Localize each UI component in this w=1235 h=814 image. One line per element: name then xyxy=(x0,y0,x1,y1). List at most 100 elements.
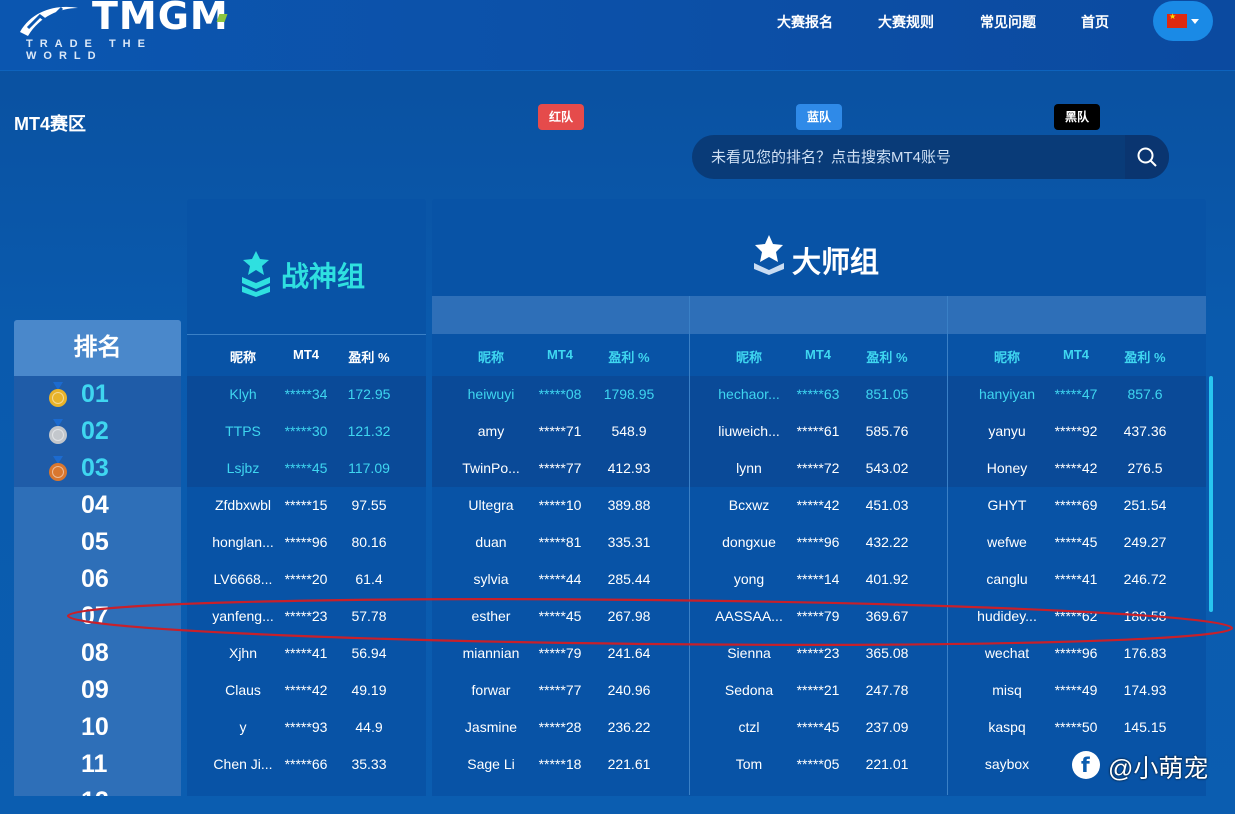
mt4-cell: *****41 xyxy=(284,645,328,661)
weibo-icon xyxy=(1072,751,1100,779)
mt4-cell: *****42 xyxy=(796,497,840,513)
profit-cell: 401.92 xyxy=(865,571,909,587)
rank-number: 07 xyxy=(81,602,109,630)
nickname-cell: Jasmine xyxy=(464,719,518,735)
nickname-cell: Sienna xyxy=(727,645,771,661)
zhanshen-title: 战神组 xyxy=(281,261,366,292)
profit-cell: 174.93 xyxy=(1123,682,1167,698)
nickname-cell: Ultegra xyxy=(468,497,514,513)
team-bar xyxy=(432,296,1206,334)
profit-cell: 585.76 xyxy=(865,423,909,439)
profit-cell: 176.83 xyxy=(1123,645,1167,661)
rank-row: 03 xyxy=(14,450,181,487)
nickname-cell: Sage Li xyxy=(467,756,515,772)
nickname-cell: y xyxy=(239,719,247,735)
logo-text: TMGM xyxy=(92,0,229,38)
profit-cell: 246.72 xyxy=(1123,571,1167,587)
column-header: 盈利 % xyxy=(866,350,908,365)
mt4-cell: *****08 xyxy=(538,386,582,402)
profit-cell: 851.05 xyxy=(865,386,909,402)
nickname-cell: lynn xyxy=(736,460,762,476)
rank-number: 12 xyxy=(81,783,141,796)
rank-number: 06 xyxy=(81,565,109,593)
mt4-cell: *****34 xyxy=(284,386,328,402)
nickname-cell: yanfeng... xyxy=(212,608,274,624)
mt4-cell: *****14 xyxy=(796,571,840,587)
nickname-cell: heiwuyi xyxy=(467,386,515,402)
scrollbar[interactable] xyxy=(1209,376,1213,612)
rank-row: 10 xyxy=(14,709,181,746)
rank-number: 05 xyxy=(81,528,109,556)
top-header: TMGM TRADE THE WORLD 大赛报名 大赛规则 常见问题 首页 xyxy=(0,0,1235,71)
mt4-cell: *****92 xyxy=(1054,423,1098,439)
language-selector[interactable] xyxy=(1153,1,1213,41)
rank-row: 11 xyxy=(14,746,181,783)
rank-number: 11 xyxy=(81,750,108,778)
profit-cell: 249.27 xyxy=(1123,534,1167,550)
rank-row: 12 xyxy=(14,783,181,796)
nav-home[interactable]: 首页 xyxy=(1081,12,1109,32)
team-badge-black[interactable]: 黑队 xyxy=(1054,104,1100,130)
nav-rules[interactable]: 大赛规则 xyxy=(878,12,934,32)
nickname-cell: Bcxwz xyxy=(728,497,770,513)
mt4-cell: *****93 xyxy=(284,719,328,735)
profit-cell: 237.09 xyxy=(865,719,909,735)
rank-number: 04 xyxy=(81,491,109,519)
team-badge-blue[interactable]: 蓝队 xyxy=(796,104,842,130)
nickname-cell: hanyiyan xyxy=(978,386,1036,402)
profit-cell: 432.22 xyxy=(865,534,909,550)
mt4-cell: *****45 xyxy=(796,719,840,735)
mt4-cell: *****50 xyxy=(1054,719,1098,735)
mt4-cell: *****45 xyxy=(1054,534,1098,550)
nav-registration[interactable]: 大赛报名 xyxy=(777,12,833,32)
mt4-cell: *****44 xyxy=(538,571,582,587)
search-button[interactable] xyxy=(1125,135,1169,179)
nickname-cell: Sedona xyxy=(724,682,774,698)
profit-cell: 221.01 xyxy=(865,756,909,772)
profit-cell: 365.08 xyxy=(865,645,909,661)
mt4-cell: *****62 xyxy=(1054,608,1098,624)
rank-row: 05 xyxy=(14,524,181,561)
rank-chevron-icon xyxy=(242,251,270,297)
profit-cell: 241.64 xyxy=(607,645,651,661)
nickname-cell: Claus xyxy=(225,682,261,698)
mt4-cell: *****45 xyxy=(538,608,582,624)
nickname-cell: kaspq xyxy=(988,719,1026,735)
mt4-cell: *****69 xyxy=(1054,497,1098,513)
column-header: MT4 xyxy=(805,347,831,362)
search-input[interactable] xyxy=(692,135,1141,179)
nickname-cell: liuweich... xyxy=(718,423,780,439)
profit-cell: 412.93 xyxy=(607,460,651,476)
nickname-cell: wechat xyxy=(984,645,1030,661)
nickname-cell: esther xyxy=(471,608,511,624)
rank-number: 08 xyxy=(81,639,109,667)
nickname-cell: ctzl xyxy=(738,719,760,735)
china-flag-icon xyxy=(1167,12,1187,28)
profit-cell: 369.67 xyxy=(865,608,909,624)
rank-row: 02 xyxy=(14,413,181,450)
mt4-cell: *****47 xyxy=(1054,386,1098,402)
profit-cell: 1798.95 xyxy=(603,386,655,402)
mt4-cell: *****66 xyxy=(284,756,328,772)
column-header: 昵称 xyxy=(735,350,762,365)
nickname-cell: wefwe xyxy=(987,534,1027,550)
profit-cell: 335.31 xyxy=(607,534,651,550)
tmgm-logo[interactable]: TMGM TRADE THE WORLD xyxy=(14,0,229,62)
mt4-cell: *****42 xyxy=(284,682,328,698)
mt4-cell: *****41 xyxy=(1054,571,1098,587)
profit-cell: 267.98 xyxy=(607,608,651,624)
nav-faq[interactable]: 常见问题 xyxy=(980,12,1036,32)
medal-icon xyxy=(49,382,67,407)
profit-cell: 543.02 xyxy=(865,460,909,476)
mt4-cell: *****10 xyxy=(538,497,582,513)
watermark-text: @小萌宠 xyxy=(1108,755,1209,783)
mt4-cell: *****23 xyxy=(284,608,328,624)
column-header: MT4 xyxy=(293,347,319,362)
profit-cell: 548.9 xyxy=(611,423,647,439)
profit-cell: 172.95 xyxy=(347,386,391,402)
rank-number: 10 xyxy=(81,713,109,741)
profit-cell: 236.22 xyxy=(607,719,651,735)
profit-cell: 57.78 xyxy=(351,608,387,624)
rank-row: 04 xyxy=(14,487,181,524)
team-badge-red[interactable]: 红队 xyxy=(538,104,584,130)
